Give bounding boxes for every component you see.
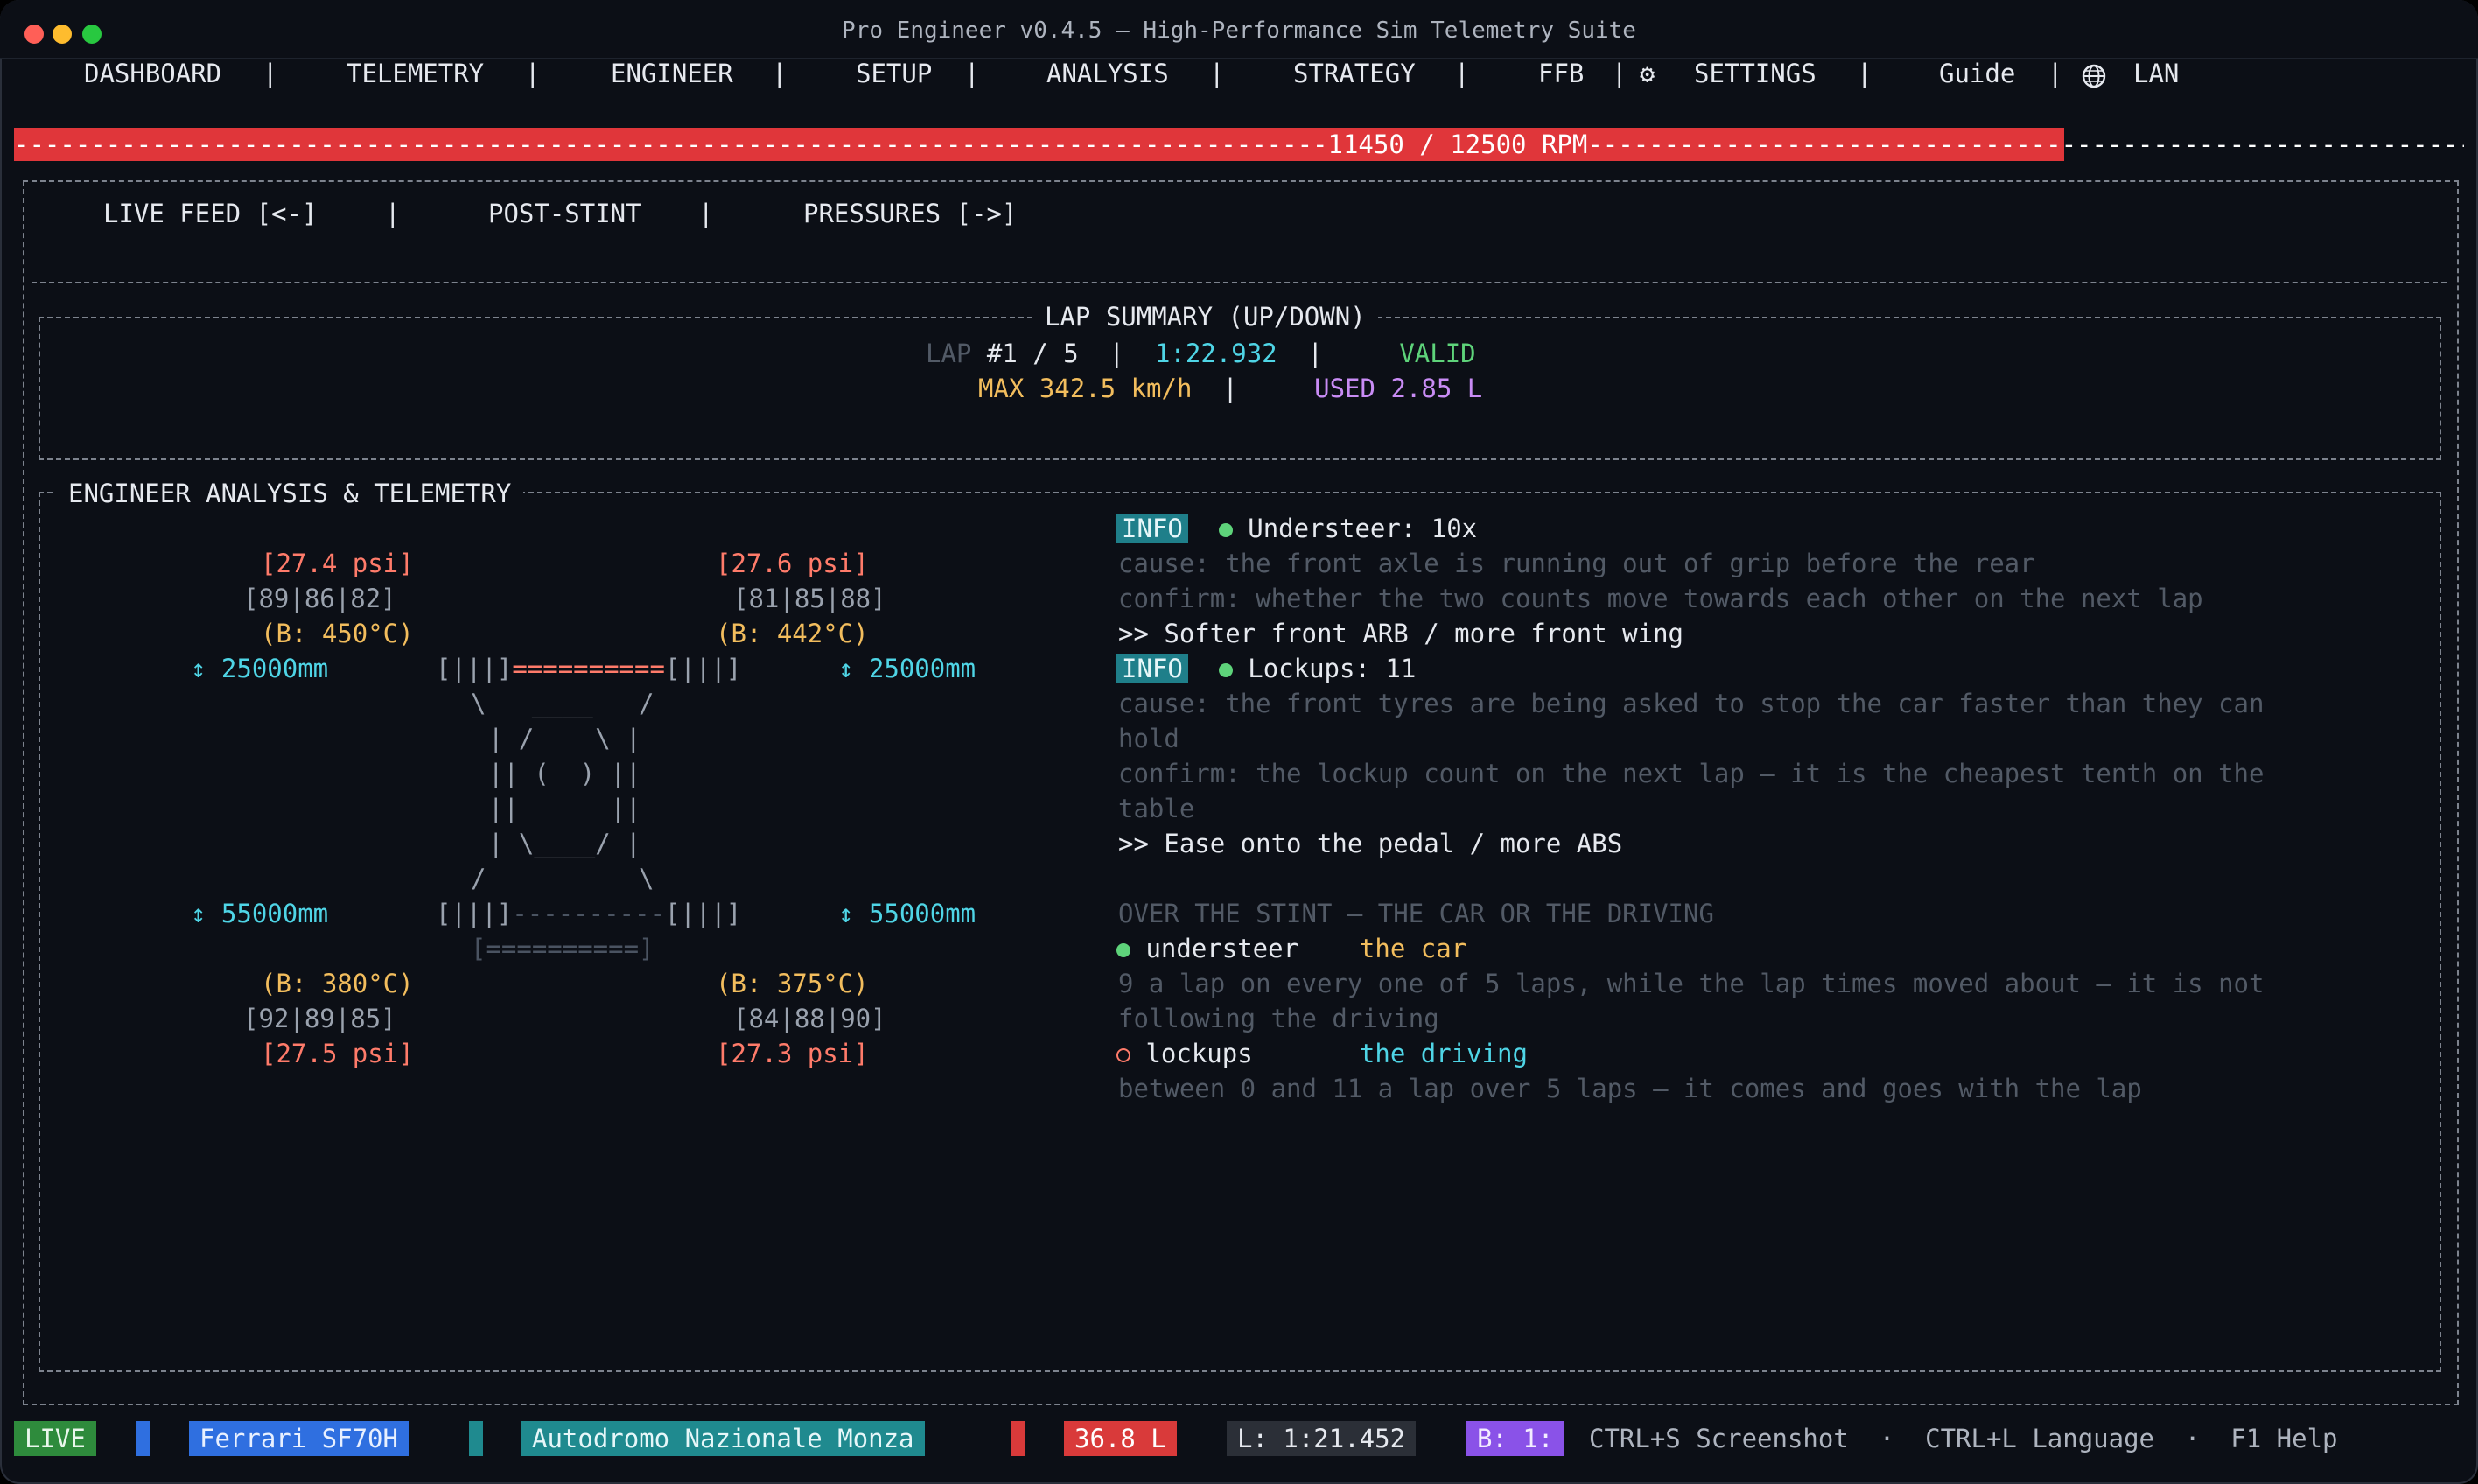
nav-separator: | xyxy=(772,59,788,88)
tyre-fl-temps: [89|86|82] xyxy=(243,584,396,613)
rear-axle: [|||]----------[|||] xyxy=(436,899,742,928)
best-lap: B: 1: xyxy=(1466,1421,1564,1456)
subtab-live-feed[interactable]: LIVE FEED [<-] xyxy=(103,196,317,231)
nav-engineer[interactable]: ENGINEER xyxy=(611,56,733,91)
live-badge: LIVE xyxy=(14,1421,96,1456)
advice-confirm: confirm: whether the two counts move tow… xyxy=(1118,584,2203,613)
car-body-line: / \ xyxy=(471,864,654,893)
fuel-used: USED 2.85 L xyxy=(1314,374,1483,403)
nav-guide[interactable]: Guide xyxy=(1939,56,2015,91)
status-dot-icon xyxy=(1218,663,1233,677)
brake-fr-temp: (B: 442°C) xyxy=(716,619,869,648)
engineer-title: ENGINEER ANALYSIS & TELEMETRY xyxy=(56,476,524,511)
last-lap: L: 1:21.452 xyxy=(1227,1421,1417,1456)
car-body-line: | \____/ | xyxy=(488,829,641,858)
stint-item-lockups: lockups the driving xyxy=(1116,1036,1528,1071)
lap-time: 1:22.932 xyxy=(1154,339,1278,368)
lap-number: #1 / 5 xyxy=(986,339,1079,368)
advice-confirm-cont: table xyxy=(1118,794,1195,823)
nav-separator: | xyxy=(1454,59,1470,88)
advice-action: >> Ease onto the pedal / more ABS xyxy=(1118,829,1623,858)
car-body-line: || ( ) || xyxy=(488,759,641,788)
advice-cause-cont: hold xyxy=(1118,724,1180,753)
nav-separator: | xyxy=(964,59,980,88)
nav-settings[interactable]: SETTINGS xyxy=(1694,56,1816,91)
stint-note: between 0 and 11 a lap over 5 laps – it … xyxy=(1118,1074,2142,1103)
nav-lan[interactable]: LAN xyxy=(2133,56,2179,91)
car-body-line: | / \ | xyxy=(488,724,641,753)
status-dot-icon xyxy=(1218,523,1233,537)
brake-rr-temp: (B: 375°C) xyxy=(716,969,869,998)
window-title: Pro Engineer v0.4.5 – High-Performance S… xyxy=(842,18,1636,44)
tyre-rr-pressure: [27.3 psi] xyxy=(716,1039,869,1068)
ride-height-rear-left: ↕ 55000mm xyxy=(191,899,329,928)
fuel-color-chip xyxy=(1012,1421,1026,1456)
ride-height-front-right: ↕ 25000mm xyxy=(838,654,976,683)
status-ring-icon xyxy=(1116,1048,1130,1062)
title-bar: Pro Engineer v0.4.5 – High-Performance S… xyxy=(0,0,2478,60)
rpm-label: 11450 / 12500 RPM xyxy=(1327,130,1588,159)
car-body-line: || || xyxy=(488,794,641,823)
nav-dashboard[interactable]: DASHBOARD xyxy=(84,56,221,91)
nav-separator: | xyxy=(2048,59,2063,88)
rear-wing: [==========] xyxy=(471,934,654,963)
ride-height-rear-right: ↕ 55000mm xyxy=(838,899,976,928)
info-badge: INFO xyxy=(1116,514,1188,543)
tyre-rr-temps: [84|88|90] xyxy=(733,1004,886,1033)
brake-rl-temp: (B: 380°C) xyxy=(261,969,414,998)
tyre-rl-pressure: [27.5 psi] xyxy=(261,1039,414,1068)
nav-ffb[interactable]: FFB xyxy=(1538,56,1584,91)
nav-separator: | xyxy=(525,59,541,88)
keyboard-hints: CTRL+S Screenshot · CTRL+L Language · F1… xyxy=(1589,1424,2338,1453)
lap-summary-title: LAP SUMMARY (UP/DOWN) xyxy=(1032,299,1378,334)
stint-note-cont: following the driving xyxy=(1118,1004,1439,1033)
info-badge: INFO xyxy=(1116,654,1188,683)
lap-summary-row1: LAP #1 / 5 | 1:22.932 | VALID xyxy=(926,339,1476,368)
nav-analysis[interactable]: ANALYSIS xyxy=(1046,56,1169,91)
ride-height-front-left: ↕ 25000mm xyxy=(191,654,329,683)
advice-cause: cause: the front tyres are being asked t… xyxy=(1118,689,2264,718)
tyre-rl-temps: [92|89|85] xyxy=(243,1004,396,1033)
advice-cause: cause: the front axle is running out of … xyxy=(1118,549,2035,578)
car-name[interactable]: Ferrari SF70H xyxy=(189,1421,409,1456)
subtab-pressures[interactable]: PRESSURES [->] xyxy=(803,196,1017,231)
lap-label: LAP xyxy=(926,339,972,368)
nav-telemetry[interactable]: TELEMETRY xyxy=(346,56,484,91)
tyre-fl-pressure: [27.4 psi] xyxy=(261,549,414,578)
tyre-fr-pressure: [27.6 psi] xyxy=(716,549,869,578)
stint-item-understeer: understeer the car xyxy=(1116,931,1466,966)
advice-lockups-title: INFO Lockups: 11 xyxy=(1116,651,1416,686)
subtab-post-stint[interactable]: POST-STINT xyxy=(488,196,641,231)
track-color-chip xyxy=(469,1421,483,1456)
front-axle: [|||]==========[|||] xyxy=(436,654,742,683)
lap-status: VALID xyxy=(1399,339,1476,368)
nav-separator: | xyxy=(1209,59,1225,88)
car-color-chip xyxy=(136,1421,150,1456)
advice-confirm: confirm: the lockup count on the next la… xyxy=(1118,759,2264,788)
rpm-bar-line: ----------------------------------------… xyxy=(14,130,2464,159)
nav-strategy[interactable]: STRATEGY xyxy=(1293,56,1416,91)
status-dot-icon xyxy=(1116,943,1130,957)
subtab-divider xyxy=(32,282,2446,284)
app-window: Pro Engineer v0.4.5 – High-Performance S… xyxy=(0,0,2478,1484)
subtab-separator: | xyxy=(385,199,401,228)
globe-icon[interactable] xyxy=(2081,63,2107,89)
track-name[interactable]: Autodromo Nazionale Monza xyxy=(522,1421,925,1456)
car-body-line: \ ____ / xyxy=(471,689,654,718)
lap-summary-row2: MAX 342.5 km/h | USED 2.85 L xyxy=(978,374,1483,403)
fuel-remaining: 36.8 L xyxy=(1064,1421,1177,1456)
advice-action: >> Softer front ARB / more front wing xyxy=(1118,619,1684,648)
stint-note: 9 a lap on every one of 5 laps, while th… xyxy=(1118,969,2264,998)
gear-icon[interactable]: ⚙ xyxy=(1640,56,1655,91)
max-speed: MAX 342.5 km/h xyxy=(978,374,1193,403)
nav-separator: | xyxy=(1857,59,1872,88)
nav-separator: | xyxy=(1612,59,1628,88)
subtab-separator: | xyxy=(698,199,714,228)
brake-fl-temp: (B: 450°C) xyxy=(261,619,414,648)
nav-setup[interactable]: SETUP xyxy=(856,56,932,91)
nav-separator: | xyxy=(262,59,278,88)
advice-understeer-title: INFO Understeer: 10x xyxy=(1116,511,1477,546)
stint-heading: OVER THE STINT – THE CAR OR THE DRIVING xyxy=(1118,899,1714,928)
tyre-fr-temps: [81|85|88] xyxy=(733,584,886,613)
